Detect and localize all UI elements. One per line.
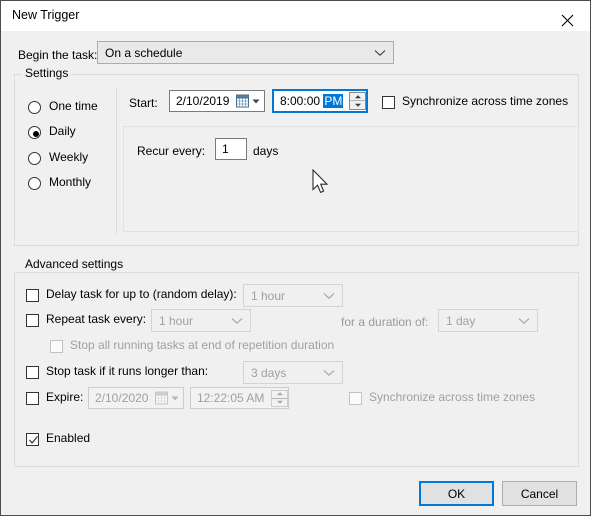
- expire-sync-timezones-label: Synchronize across time zones: [369, 390, 536, 404]
- recur-every-input[interactable]: 1: [215, 138, 247, 160]
- start-time-spinner[interactable]: [349, 92, 366, 110]
- chevron-down-icon: [518, 314, 530, 328]
- expire-date-value: 2/10/2020: [95, 391, 149, 405]
- new-trigger-dialog: New Trigger Begin the task: On a schedul…: [0, 0, 591, 516]
- radio-circle-icon: [28, 177, 41, 190]
- recur-every-value: 1: [222, 142, 229, 156]
- cancel-button[interactable]: Cancel: [502, 481, 577, 506]
- radio-circle-icon: [28, 101, 41, 114]
- checkbox-box-icon: [26, 392, 39, 405]
- recur-every-label: Recur every:: [137, 144, 206, 158]
- checkbox-box-icon: [382, 96, 395, 109]
- title-bar: New Trigger: [1, 1, 590, 32]
- begin-task-combobox[interactable]: On a schedule: [97, 41, 394, 64]
- chevron-down-icon: [231, 314, 243, 328]
- duration-value: 1 day: [446, 313, 476, 328]
- calendar-dropdown-group[interactable]: [236, 94, 260, 108]
- checkbox-box-icon: [26, 289, 39, 302]
- spinner-up-button[interactable]: [350, 93, 365, 101]
- spinner-down-button[interactable]: [272, 399, 287, 407]
- delay-task-label: Delay task for up to (random delay):: [46, 287, 237, 301]
- expire-date-field[interactable]: 2/10/2020: [88, 387, 184, 409]
- radio-label: One time: [49, 99, 98, 113]
- start-date-value: 2/10/2019: [176, 94, 230, 108]
- start-label: Start:: [129, 96, 158, 110]
- chevron-down-icon: [323, 366, 335, 380]
- stop-task-label: Stop task if it runs longer than:: [46, 364, 209, 378]
- advanced-settings-caption: Advanced settings: [22, 257, 127, 271]
- radio-label: Monthly: [49, 175, 92, 189]
- expire-label: Expire:: [46, 390, 84, 404]
- delay-duration-value: 1 hour: [251, 288, 286, 303]
- ok-button[interactable]: OK: [419, 481, 494, 506]
- close-icon[interactable]: [545, 1, 590, 30]
- calendar-dropdown-group[interactable]: [155, 391, 179, 405]
- duration-label: for a duration of:: [341, 315, 429, 329]
- stop-task-duration-combobox[interactable]: 3 days: [243, 361, 343, 384]
- sync-timezones-label: Synchronize across time zones: [402, 94, 569, 108]
- radio-circle-icon: [28, 126, 41, 139]
- start-date-field[interactable]: 2/10/2019: [169, 90, 265, 112]
- spinner-down-button[interactable]: [350, 101, 365, 109]
- settings-caption: Settings: [22, 66, 72, 80]
- repeat-interval-value: 1 hour: [159, 313, 194, 328]
- close-glyph: [561, 14, 574, 26]
- checkmark-icon: [29, 436, 38, 444]
- start-time-meridiem: PM: [323, 94, 344, 108]
- checkbox-box-icon: [349, 392, 362, 405]
- date-dropdown-arrow-icon: [252, 99, 260, 103]
- delay-duration-combobox[interactable]: 1 hour: [243, 284, 343, 307]
- chevron-down-icon: [323, 289, 335, 303]
- checkbox-box-icon: [26, 314, 39, 327]
- repeat-task-label: Repeat task every:: [46, 312, 147, 326]
- recurrence-panel: [123, 126, 579, 232]
- begin-task-label: Begin the task:: [18, 48, 98, 62]
- calendar-icon: [236, 94, 249, 108]
- radio-circle-icon: [28, 152, 41, 165]
- stop-repetition-label: Stop all running tasks at end of repetit…: [70, 338, 335, 352]
- settings-divider: [116, 88, 117, 234]
- repeat-interval-combobox[interactable]: 1 hour: [151, 309, 251, 332]
- spinner-up-button[interactable]: [272, 391, 287, 399]
- stop-task-duration-value: 3 days: [251, 365, 287, 380]
- radio-label: Weekly: [49, 150, 89, 164]
- radio-label: Daily: [49, 124, 76, 138]
- window-title: New Trigger: [12, 8, 80, 22]
- expire-time-value: 12:22:05 AM: [197, 391, 265, 405]
- duration-combobox[interactable]: 1 day: [438, 309, 538, 332]
- begin-task-value: On a schedule: [105, 45, 183, 60]
- chevron-down-icon: [374, 46, 386, 60]
- enabled-label: Enabled: [46, 431, 91, 445]
- recur-unit-label: days: [253, 144, 279, 158]
- checkbox-box-icon: [26, 366, 39, 379]
- checkbox-box-icon: [50, 340, 63, 353]
- radio-selected-dot: [32, 130, 39, 137]
- start-time-value: 8:00:00: [280, 94, 324, 108]
- date-dropdown-arrow-icon: [171, 396, 179, 400]
- calendar-icon: [155, 391, 168, 405]
- checkbox-box-icon: [26, 433, 39, 446]
- expire-time-spinner[interactable]: [271, 390, 288, 407]
